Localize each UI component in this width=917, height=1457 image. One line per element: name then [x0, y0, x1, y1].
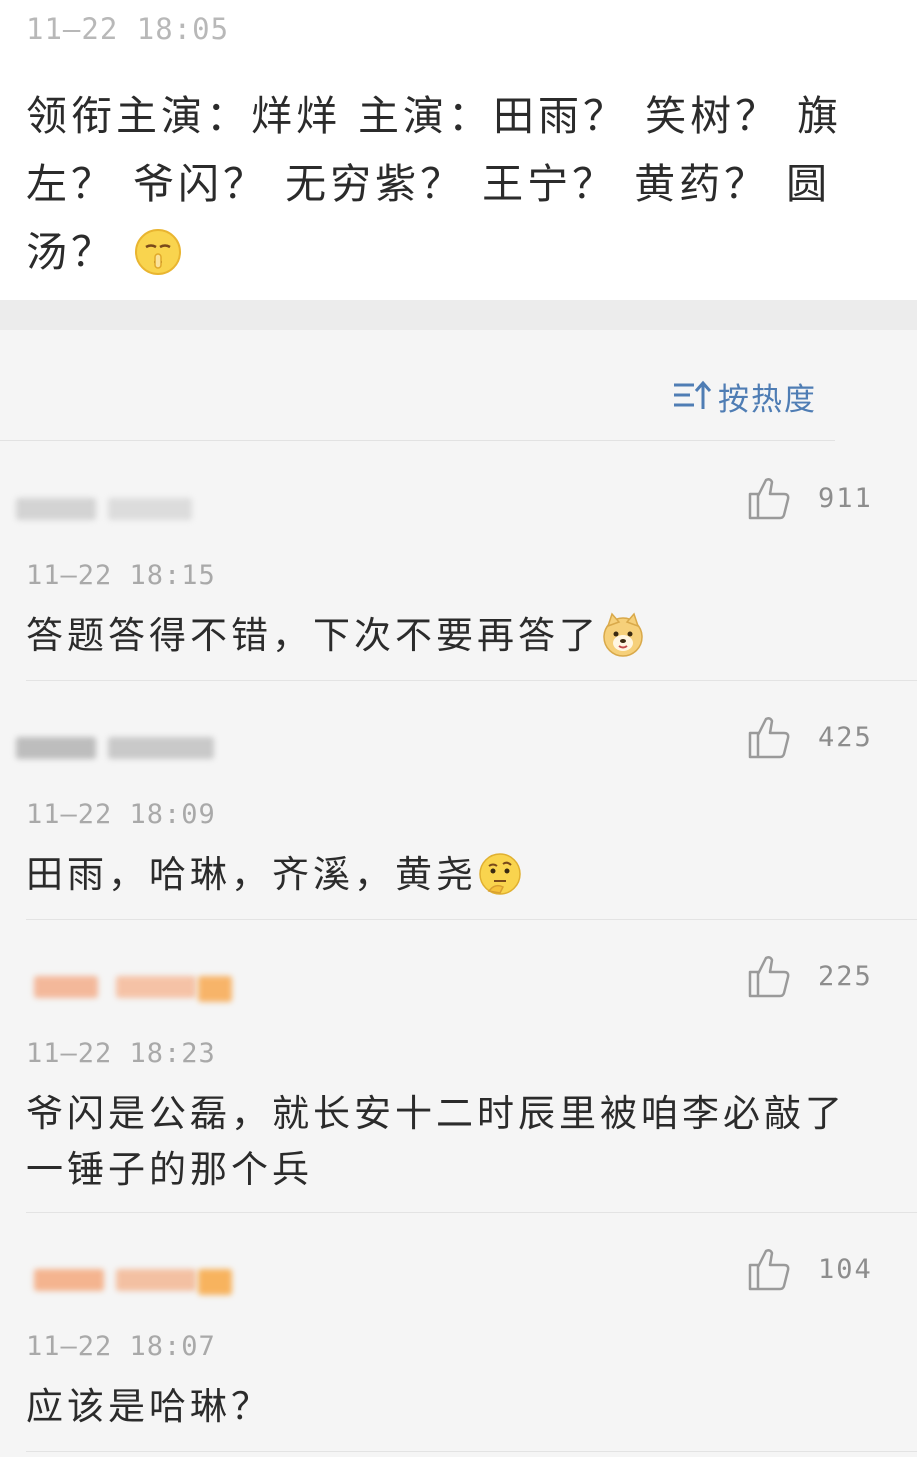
divider [26, 1451, 917, 1452]
section-gap [0, 300, 917, 330]
like-button[interactable]: 425 [746, 713, 873, 761]
post-body: 领衔主演：烊烊 主演：田雨？ 笑树？ 旗左？ 爷闪？ 无穷紫？ 王宁？ 黄药？ … [26, 82, 856, 286]
username-blurred[interactable] [16, 727, 256, 767]
comment-text: 爷闪是公磊，就长安十二时辰里被咱李必敲了一锤子的那个兵 [26, 1092, 846, 1191]
comment-timestamp: 11—22 18:15 [26, 560, 216, 591]
like-button[interactable]: 911 [746, 474, 873, 522]
like-count: 911 [818, 482, 873, 514]
thumbs-up-icon [748, 717, 790, 759]
divider [0, 440, 835, 441]
divider [26, 1212, 917, 1213]
comment-text: 田雨，哈琳，齐溪，黄尧 [26, 853, 477, 896]
comment-timestamp: 11—22 18:23 [26, 1038, 216, 1069]
comment-body: 应该是哈琳？ [26, 1379, 886, 1435]
sort-label: 按热度 [718, 381, 817, 418]
like-count: 104 [818, 1253, 873, 1285]
like-count: 225 [818, 960, 873, 992]
sort-by-hot-button[interactable]: 按热度 [672, 372, 817, 420]
comment-body: 答题答得不错，下次不要再答了 [26, 608, 886, 664]
comment-timestamp: 11—22 18:07 [26, 1331, 216, 1362]
thinking-face-emoji [479, 852, 521, 895]
sort-icon [674, 380, 712, 409]
comment-text: 答题答得不错，下次不要再答了 [26, 614, 600, 657]
post-timestamp: 11—22 18:05 [26, 12, 230, 46]
username-blurred[interactable] [16, 966, 256, 1006]
comment-text: 应该是哈琳？ [26, 1385, 272, 1428]
shush-face-emoji [135, 228, 182, 275]
divider [26, 919, 917, 920]
like-count: 425 [818, 721, 873, 753]
thumbs-up-icon [748, 1249, 790, 1291]
like-button[interactable]: 104 [746, 1245, 873, 1293]
like-button[interactable]: 225 [746, 952, 873, 1000]
comment-body: 田雨，哈琳，齐溪，黄尧 [26, 847, 886, 903]
thumbs-up-icon [748, 478, 790, 520]
doge-emoji [603, 612, 643, 657]
post-card: 11—22 18:05 领衔主演：烊烊 主演：田雨？ 笑树？ 旗左？ 爷闪？ 无… [0, 0, 917, 300]
comment-body: 爷闪是公磊，就长安十二时辰里被咱李必敲了一锤子的那个兵 [26, 1086, 886, 1198]
comment-timestamp: 11—22 18:09 [26, 799, 216, 830]
username-blurred[interactable] [16, 1259, 256, 1299]
thumbs-up-icon [748, 956, 790, 998]
divider [26, 680, 917, 681]
username-blurred[interactable] [16, 488, 256, 528]
